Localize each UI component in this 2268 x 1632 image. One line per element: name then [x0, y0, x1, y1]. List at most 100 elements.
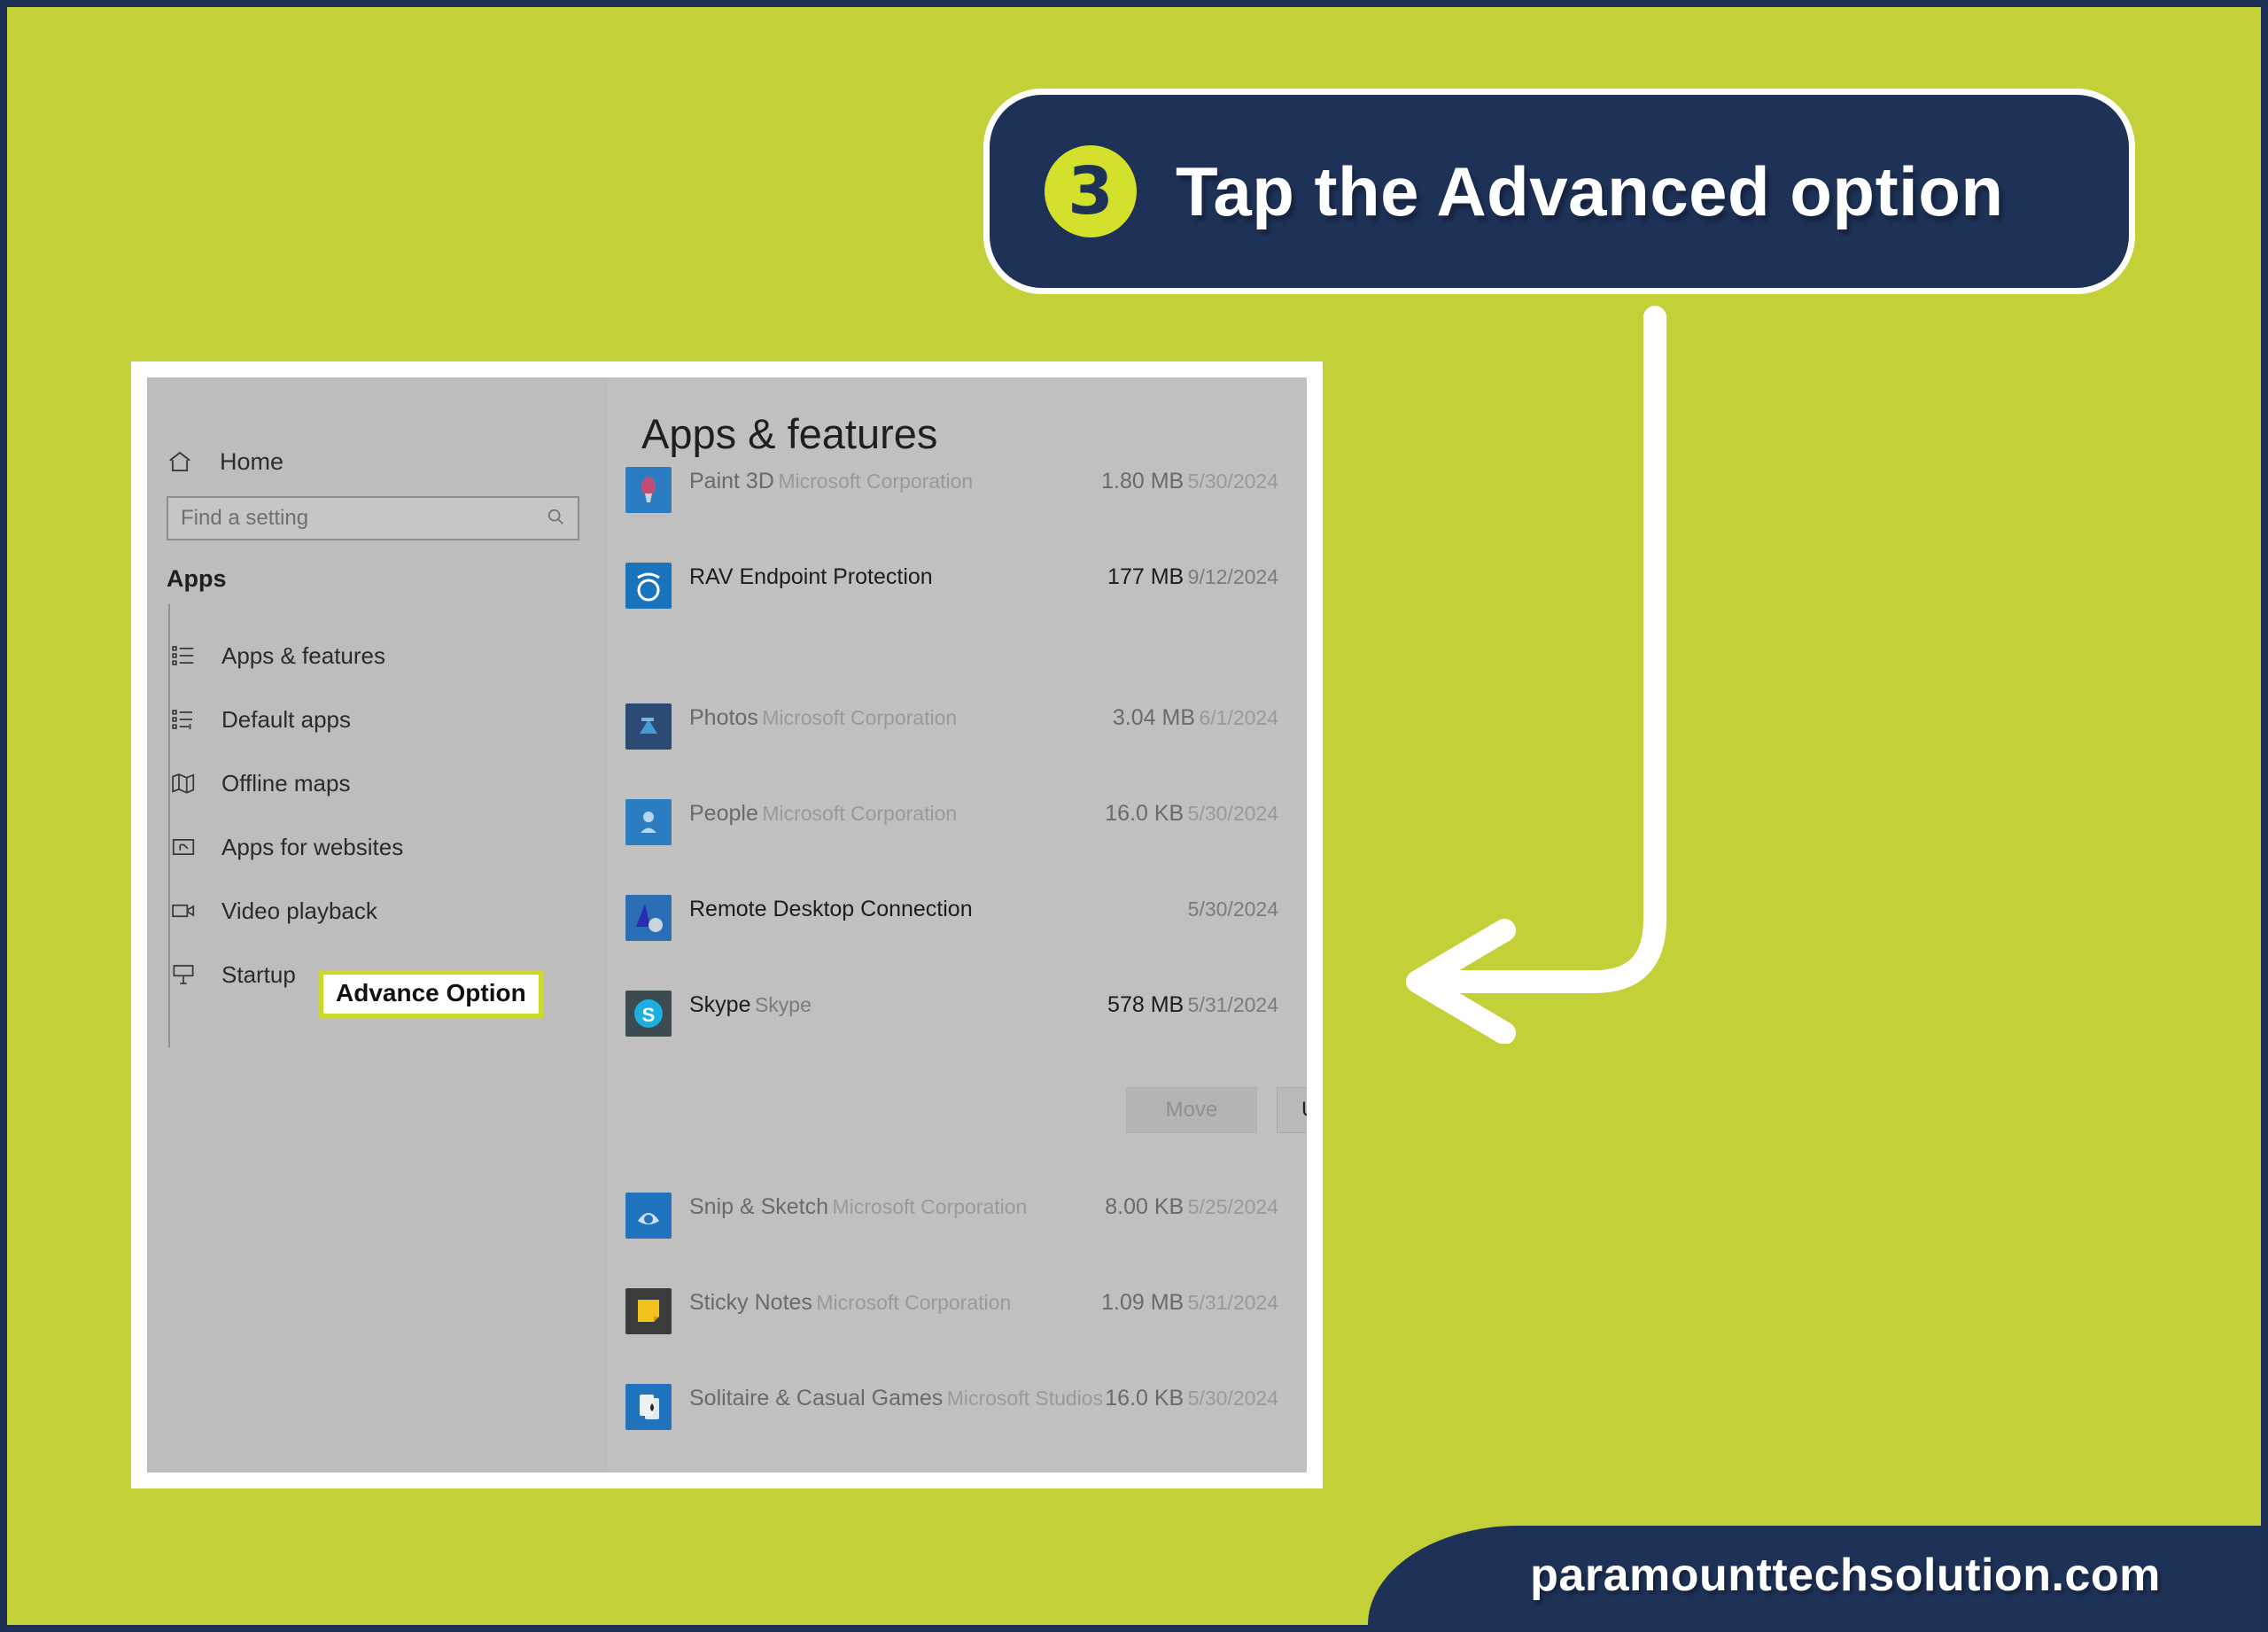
table-row[interactable]: Sticky Notes Microsoft Corporation 1.09 …	[625, 1280, 1298, 1376]
website-url: paramounttechsolution.com	[1530, 1550, 2161, 1601]
app-meta: 16.0 KB 5/30/2024	[1105, 799, 1298, 827]
app-name: Solitaire & Casual Games	[689, 1386, 944, 1411]
step-number-badge: 3	[1045, 145, 1137, 237]
advance-option-callout: Advance Option	[319, 970, 543, 1018]
app-name: RAV Endpoint Protection	[689, 564, 933, 589]
video-camera-icon	[168, 896, 198, 926]
app-date: 5/31/2024	[1187, 993, 1278, 1016]
uninstall-button[interactable]: Uninstall	[1277, 1087, 1307, 1133]
table-row[interactable]: Remote Desktop Connection 5/30/2024	[625, 887, 1298, 983]
app-publisher: Microsoft Corporation	[816, 1291, 1012, 1314]
app-date: 5/25/2024	[1187, 1195, 1278, 1218]
sidebar-home-label: Home	[220, 447, 284, 475]
settings-window: Settings Home Find a setting	[147, 377, 1307, 1473]
table-row[interactable]: People Microsoft Corporation 16.0 KB 5/3…	[625, 791, 1298, 887]
app-date: 5/30/2024	[1187, 898, 1278, 921]
solitaire-icon	[625, 1384, 672, 1430]
app-meta: 1.80 MB 5/30/2024	[1101, 467, 1298, 494]
app-size: 16.0 KB	[1105, 801, 1184, 826]
app-name: Snip & Sketch	[689, 1194, 829, 1219]
home-icon	[165, 447, 195, 477]
paint3d-icon	[625, 467, 672, 513]
app-info: Skype Skype	[689, 991, 1107, 1018]
app-info: Paint 3D Microsoft Corporation	[689, 467, 1101, 494]
app-publisher: Skype	[754, 993, 812, 1016]
selected-app-actions: Move Uninstall	[625, 1078, 1307, 1185]
app-info: Solitaire & Casual Games Microsoft Studi…	[689, 1384, 1105, 1411]
skype-icon: S	[625, 991, 672, 1037]
table-row[interactable]: Photos Microsoft Corporation 3.04 MB 6/1…	[625, 696, 1298, 791]
sidebar-item-label: Video playback	[221, 897, 377, 924]
apps-features-pane: Apps & features Paint 3D Microsoft Corpo…	[608, 377, 1307, 1473]
table-row[interactable]: Paint 3D Microsoft Corporation 1.80 MB 5…	[625, 459, 1298, 555]
table-row[interactable]: Snip & Sketch Microsoft Corporation 8.00…	[625, 1185, 1298, 1280]
sidebar-item-home[interactable]: Home	[165, 447, 284, 477]
table-row[interactable]: RAV Endpoint Protection 177 MB 9/12/2024	[625, 555, 1298, 696]
sidebar-nav-list: Apps & features Default apps Offline map…	[163, 624, 588, 1006]
sidebar-item-offline-maps[interactable]: Offline maps	[163, 751, 588, 815]
app-meta: 1.09 MB 5/31/2024	[1101, 1288, 1298, 1316]
app-date: 5/30/2024	[1187, 802, 1278, 825]
startup-icon	[168, 960, 198, 990]
app-size: 8.00 KB	[1105, 1194, 1184, 1219]
move-button[interactable]: Move	[1126, 1087, 1257, 1133]
pointer-arrow	[1354, 299, 1726, 1045]
app-name: Sticky Notes	[689, 1290, 812, 1315]
sidebar-item-apps-for-websites[interactable]: Apps for websites	[163, 815, 588, 879]
app-size: 1.80 MB	[1101, 469, 1184, 493]
app-date: 5/30/2024	[1187, 1387, 1278, 1410]
remote-desktop-icon	[625, 895, 672, 941]
app-size: 177 MB	[1107, 564, 1184, 589]
table-row[interactable]: Solitaire & Casual Games Microsoft Studi…	[625, 1376, 1298, 1472]
shield-ring-icon	[625, 563, 672, 609]
app-date: 5/30/2024	[1187, 470, 1278, 493]
app-meta: 3.04 MB 6/1/2024	[1113, 703, 1298, 731]
sidebar-section-header: Apps	[167, 565, 227, 592]
app-meta: 578 MB 5/31/2024	[1107, 991, 1298, 1018]
sidebar-item-label: Startup	[221, 960, 296, 988]
app-size: 3.04 MB	[1112, 705, 1196, 730]
sticky-notes-icon	[625, 1288, 672, 1334]
app-publisher: Microsoft Corporation	[832, 1195, 1028, 1218]
settings-sidebar: Home Find a setting Apps Apps & features…	[147, 377, 608, 1473]
app-name: People	[689, 801, 758, 826]
sidebar-item-label: Offline maps	[221, 769, 351, 797]
table-row[interactable]: Snipping Tool 3/30/2024	[625, 1472, 1298, 1473]
app-date: 6/1/2024	[1199, 706, 1278, 729]
app-size: 1.09 MB	[1101, 1290, 1184, 1315]
settings-screenshot-frame: Settings Home Find a setting	[131, 361, 1323, 1488]
app-publisher: Microsoft Corporation	[778, 470, 974, 493]
photos-icon	[625, 703, 672, 750]
list-check-icon	[168, 704, 198, 734]
sidebar-item-label: Apps for websites	[221, 833, 404, 860]
app-info: Remote Desktop Connection	[689, 895, 1188, 922]
poster-canvas: 3 Tap the Advanced option Settings Home	[7, 7, 2261, 1625]
sidebar-item-video-playback[interactable]: Video playback	[163, 879, 588, 943]
step-banner: 3 Tap the Advanced option	[983, 89, 2135, 294]
map-icon	[168, 768, 198, 798]
svg-text:S: S	[642, 1004, 656, 1026]
sidebar-item-default-apps[interactable]: Default apps	[163, 688, 588, 751]
sidebar-item-label: Default apps	[221, 705, 351, 733]
page-title: Apps & features	[641, 410, 938, 457]
app-info: Snip & Sketch Microsoft Corporation	[689, 1193, 1105, 1220]
app-meta: 177 MB 9/12/2024	[1107, 563, 1298, 590]
sidebar-item-apps-features[interactable]: Apps & features	[163, 624, 588, 688]
search-input[interactable]: Find a setting	[167, 496, 579, 540]
app-name: Remote Desktop Connection	[689, 897, 973, 921]
app-publisher: Microsoft Studios	[946, 1387, 1104, 1410]
app-info: Sticky Notes Microsoft Corporation	[689, 1288, 1101, 1316]
app-name: Photos	[689, 705, 758, 730]
app-list: Paint 3D Microsoft Corporation 1.80 MB 5…	[625, 459, 1307, 1473]
search-placeholder: Find a setting	[181, 506, 309, 530]
app-info: RAV Endpoint Protection	[689, 563, 1107, 590]
app-date: 5/31/2024	[1187, 1291, 1278, 1314]
table-row[interactable]: S Skype Skype 578 MB 5/31/2024	[625, 983, 1298, 1078]
sidebar-item-label: Apps & features	[221, 641, 385, 669]
app-meta: 8.00 KB 5/25/2024	[1105, 1193, 1298, 1220]
app-meta: 5/30/2024	[1188, 895, 1298, 922]
app-publisher: Microsoft Corporation	[762, 706, 958, 729]
app-info: Photos Microsoft Corporation	[689, 703, 1113, 731]
app-name: Paint 3D	[689, 469, 774, 493]
app-info: People Microsoft Corporation	[689, 799, 1105, 827]
